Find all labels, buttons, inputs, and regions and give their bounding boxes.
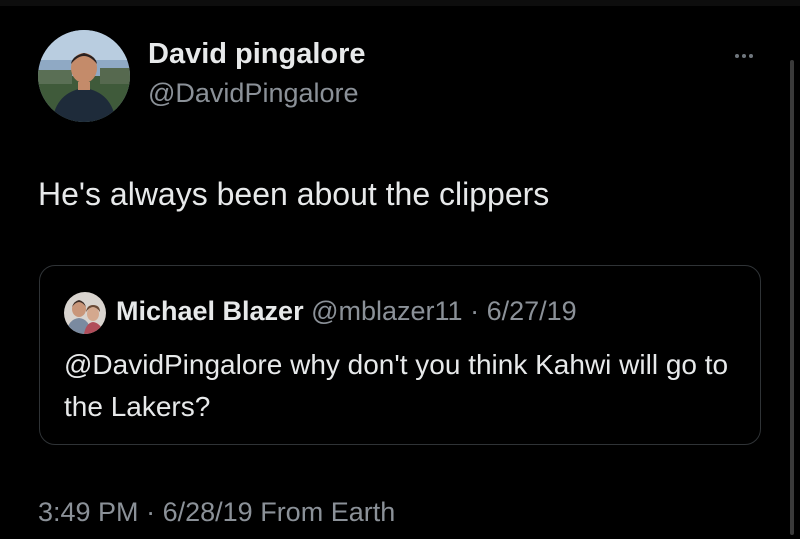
author-handle[interactable]: @DavidPingalore [148,78,359,109]
tweet-timestamp: 3:49 PM · 6/28/19 From Earth [38,497,395,528]
quoted-author-handle[interactable]: @mblazer11 [311,296,462,326]
tweet-time[interactable]: 3:49 PM [38,497,139,527]
separator-dot: · [146,497,156,527]
tweet-date[interactable]: 6/28/19 [163,497,253,527]
avatar-photo-icon [38,30,130,122]
more-options-icon[interactable] [724,46,764,66]
ellipsis-dot [742,54,746,58]
avatar-photo-icon [64,292,106,334]
quoted-tweet-card[interactable]: Michael Blazer @mblazer11 · 6/27/19 @Dav… [39,265,761,445]
quoted-author-avatar[interactable] [64,292,106,334]
separator-dot: · [470,296,480,326]
meta-separator: · [463,296,487,326]
author-avatar[interactable] [38,30,130,122]
quoted-tweet-header: Michael Blazer @mblazer11 · 6/27/19 [116,296,577,327]
ellipsis-dot [749,54,753,58]
ellipsis-dot [735,54,739,58]
author-name[interactable]: David pingalore [148,38,366,71]
scrollbar[interactable] [790,60,794,535]
quoted-tweet-date[interactable]: 6/27/19 [487,296,577,326]
tweet-text: He's always been about the clippers [38,176,550,212]
top-edge [0,0,800,6]
quoted-tweet-text: @DavidPingalore why don't you think Kahw… [64,349,729,422]
tweet-source: From Earth [260,497,396,527]
quoted-author-name[interactable]: Michael Blazer [116,296,304,326]
